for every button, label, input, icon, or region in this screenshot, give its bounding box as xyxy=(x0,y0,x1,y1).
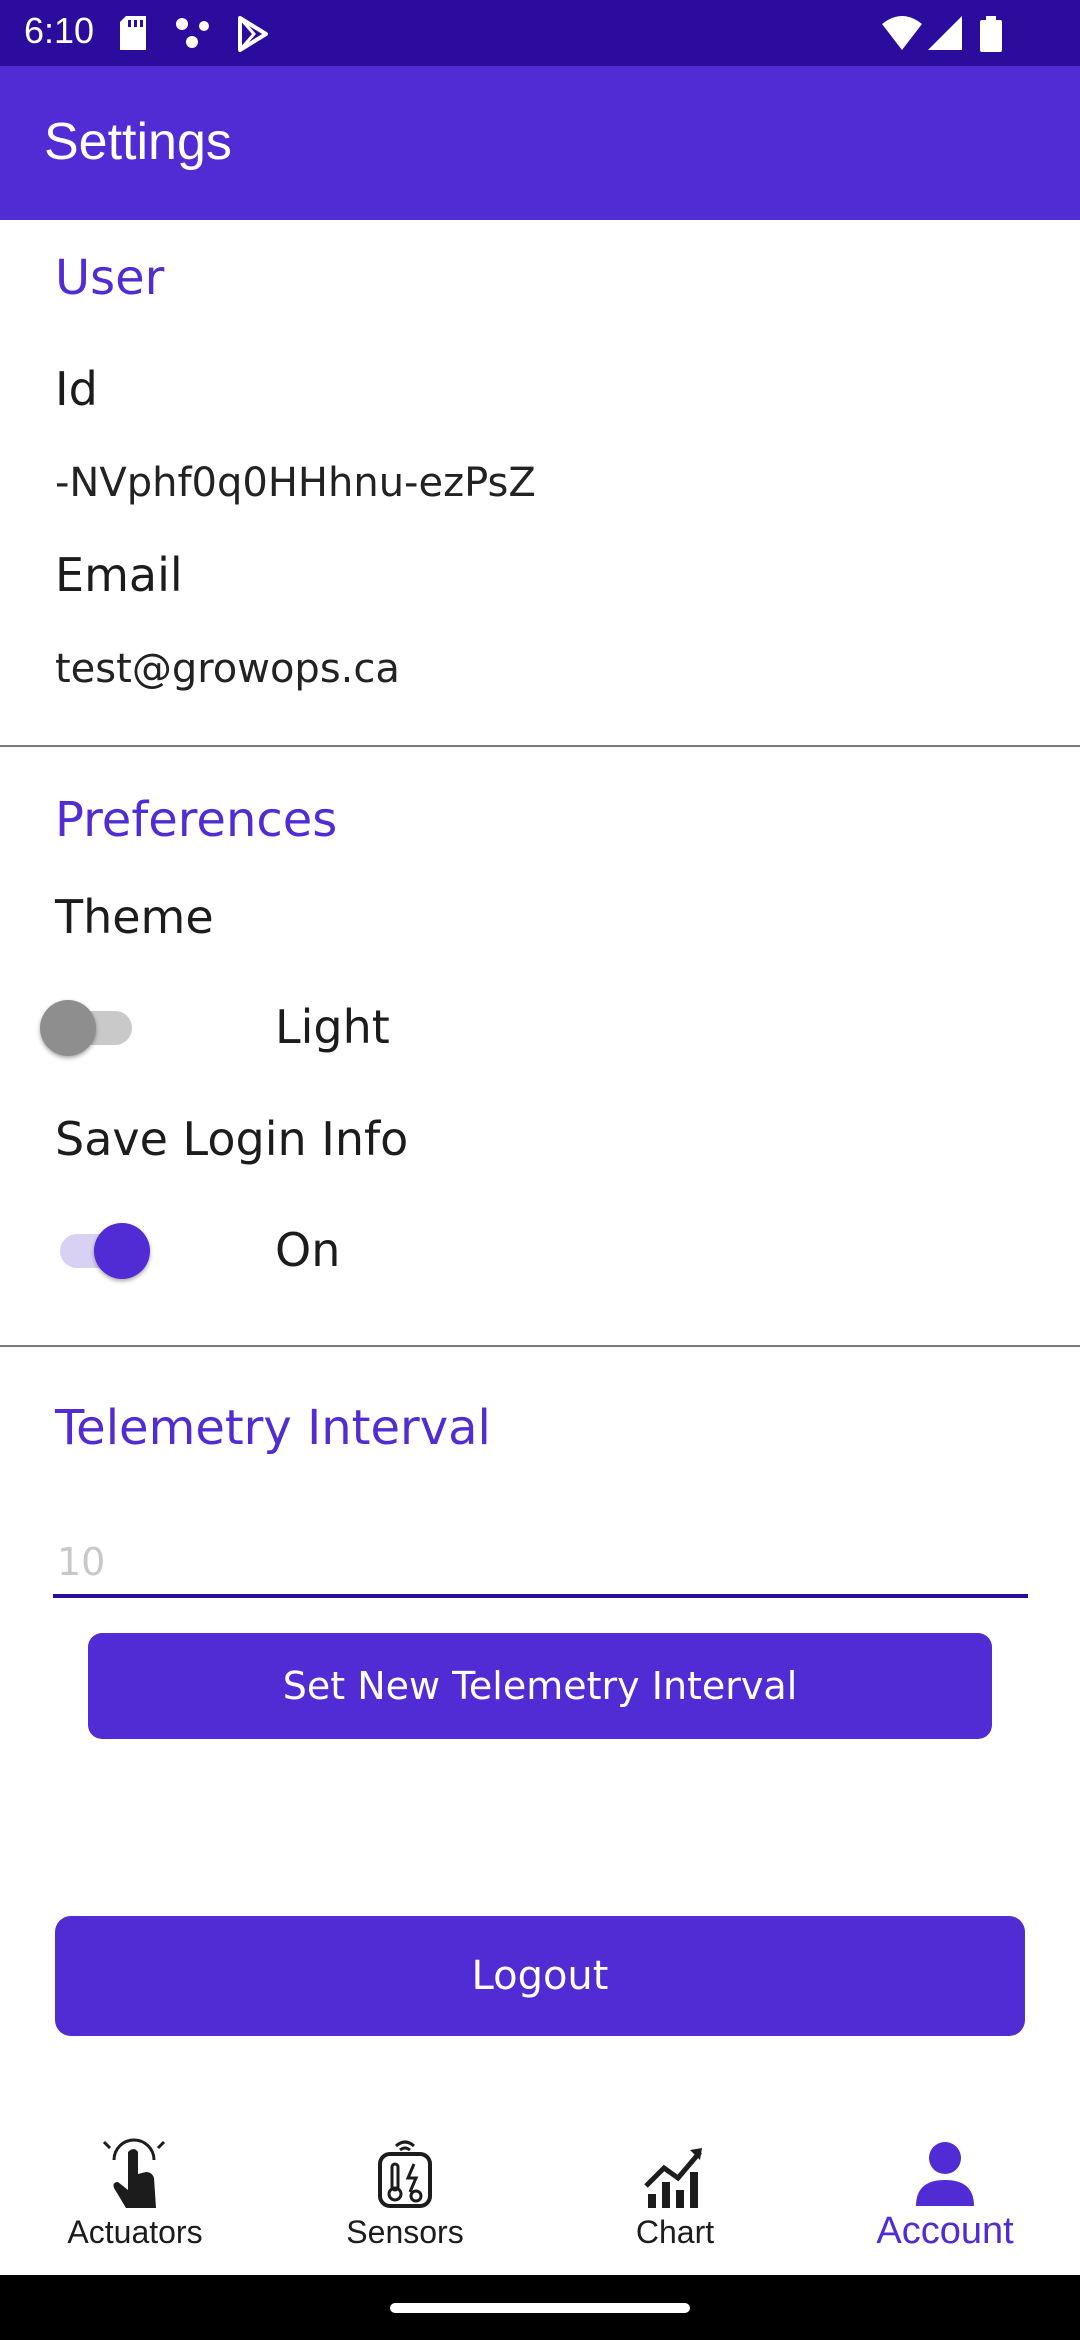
divider-user xyxy=(0,745,1080,747)
theme-switch[interactable] xyxy=(40,1000,140,1056)
theme-switch-thumb xyxy=(40,1000,96,1056)
save-login-switch-thumb xyxy=(94,1223,150,1279)
nav-item-chart[interactable]: Chart xyxy=(540,2130,810,2280)
id-value: -NVphf0q0HHhnu-ezPsZ xyxy=(55,460,536,506)
page-title: Settings xyxy=(44,113,232,171)
cell-signal-icon xyxy=(928,16,962,50)
set-telemetry-interval-button[interactable]: Set New Telemetry Interval xyxy=(88,1633,992,1739)
user-section-title: User xyxy=(55,250,165,306)
id-label: Id xyxy=(55,362,98,416)
divider-preferences xyxy=(0,1345,1080,1347)
telemetry-interval-input[interactable] xyxy=(53,1530,1032,1594)
nav-item-actuators[interactable]: Actuators xyxy=(0,2130,270,2280)
email-value: test@growops.ca xyxy=(55,646,400,692)
status-time: 6:10 xyxy=(24,10,95,51)
theme-state-label: Light xyxy=(275,1000,390,1054)
battery-icon xyxy=(980,16,1002,52)
app-bar: Settings xyxy=(0,66,1080,220)
nav-item-sensors[interactable]: Sensors xyxy=(270,2130,540,2280)
save-login-switch[interactable] xyxy=(60,1223,160,1279)
wifi-icon xyxy=(882,16,922,50)
status-bar: 6:10 xyxy=(0,0,1080,66)
nav-label-account: Account xyxy=(876,2210,1014,2252)
person-icon xyxy=(916,2142,974,2206)
nav-label-chart: Chart xyxy=(635,2214,715,2250)
touch-hand-icon xyxy=(102,2138,166,2208)
logout-button[interactable]: Logout xyxy=(55,1916,1025,2036)
nav-label-actuators: Actuators xyxy=(67,2214,203,2250)
sensor-device-icon xyxy=(378,2140,432,2208)
telemetry-section-title: Telemetry Interval xyxy=(55,1400,491,1456)
connection-dots-icon xyxy=(176,18,209,48)
nav-item-account[interactable]: Account xyxy=(810,2130,1080,2280)
theme-label: Theme xyxy=(55,890,214,944)
home-gesture-handle[interactable] xyxy=(390,2303,690,2313)
sd-card-icon xyxy=(120,16,146,50)
telemetry-input-underline xyxy=(53,1594,1028,1598)
preferences-section-title: Preferences xyxy=(55,792,338,848)
email-label: Email xyxy=(55,548,183,602)
play-store-icon xyxy=(238,16,268,52)
save-login-label: Save Login Info xyxy=(55,1112,409,1166)
chart-trend-icon xyxy=(644,2148,702,2208)
nav-label-sensors: Sensors xyxy=(346,2214,464,2250)
save-login-state-label: On xyxy=(275,1223,341,1277)
